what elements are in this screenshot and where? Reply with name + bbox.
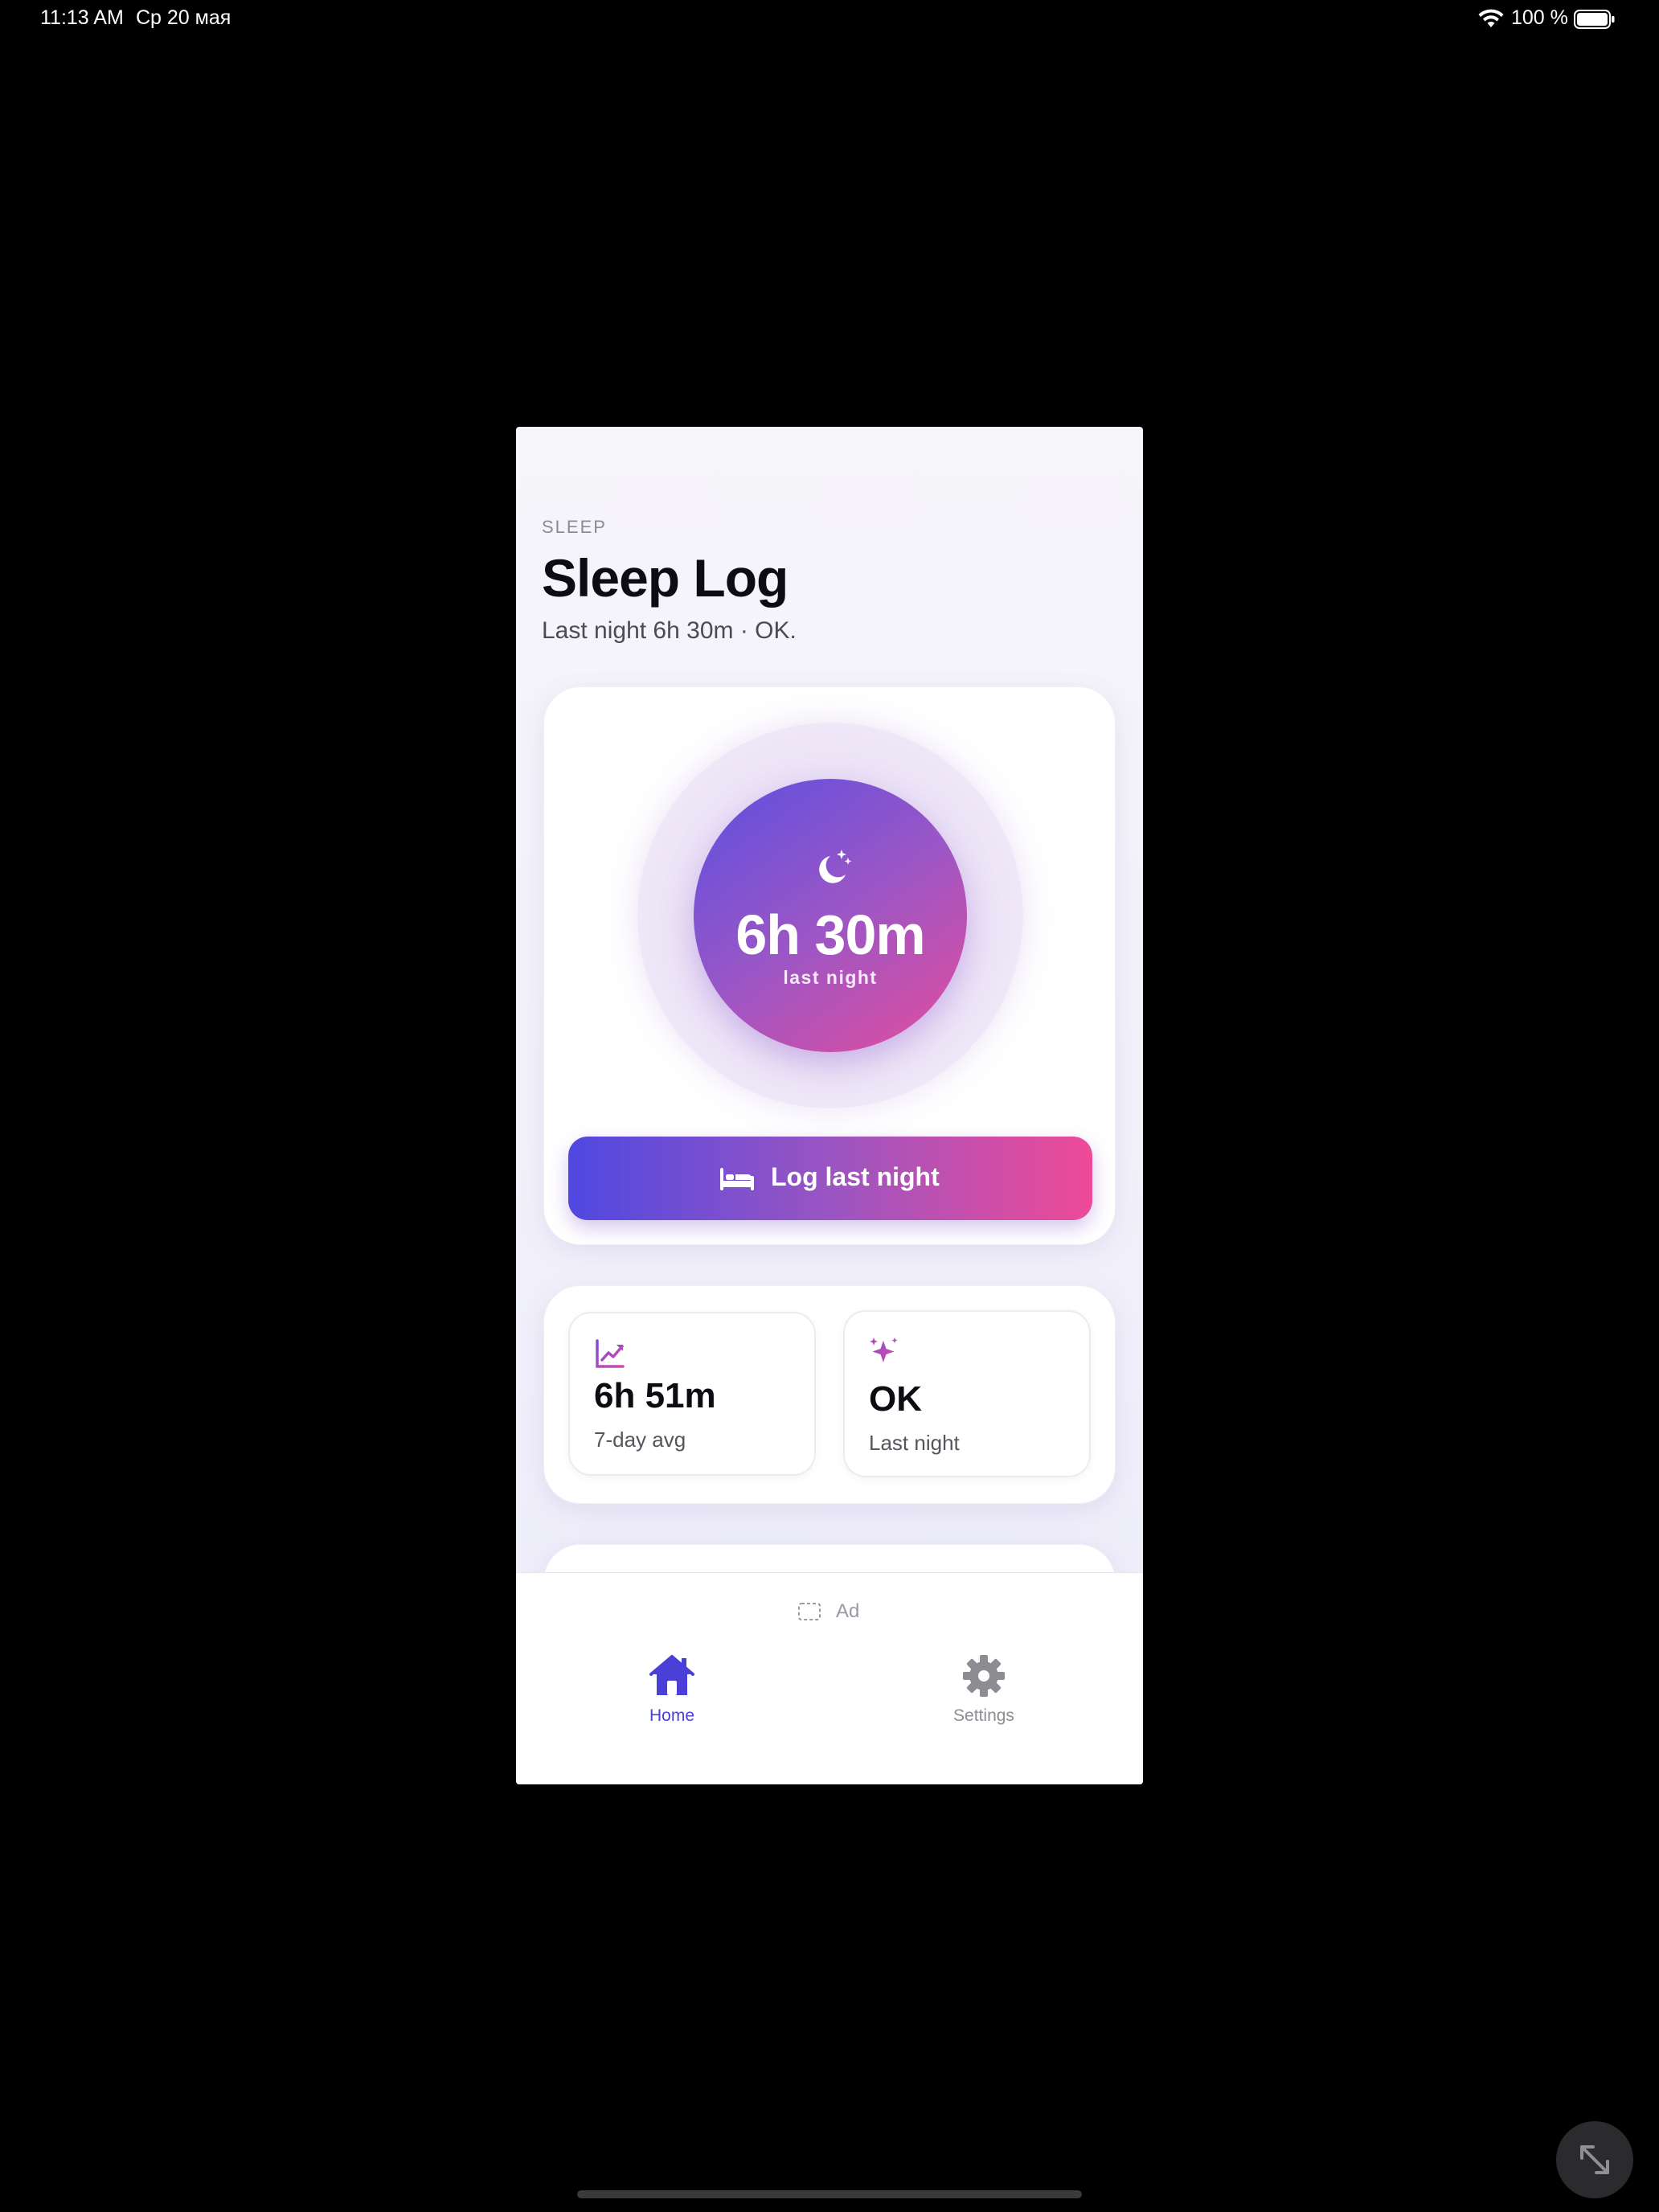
stats-card: 6h 51m 7-day avg OK Last night (543, 1285, 1116, 1504)
expand-arrows-icon (1580, 2145, 1609, 2174)
stat-value: 6h 51m (594, 1376, 716, 1415)
stat-tile-last-night[interactable]: OK Last night (843, 1310, 1091, 1477)
expand-button[interactable] (1556, 2121, 1633, 2198)
home-indicator[interactable] (577, 2190, 1082, 2198)
section-eyebrow: SLEEP (542, 517, 607, 537)
sparkles-icon (870, 1337, 898, 1362)
moon-stars-icon (819, 850, 852, 883)
sleep-duration-label: last night (783, 967, 878, 988)
sleep-summary-card: 6h 30m last night Log last night (543, 686, 1116, 1245)
sleep-duration-orb: 6h 30m last night (694, 779, 967, 1052)
home-icon (649, 1655, 694, 1695)
stat-caption: 7-day avg (594, 1428, 686, 1452)
ad-label: Ad (836, 1600, 860, 1622)
status-date: Ср 20 мая (136, 6, 231, 29)
log-button-label: Log last night (771, 1162, 940, 1191)
stat-value: OK (869, 1379, 922, 1419)
tab-home[interactable]: Home (592, 1653, 752, 1734)
tab-home-label: Home (649, 1706, 695, 1725)
tab-settings[interactable]: Settings (903, 1653, 1064, 1734)
app-window: SLEEP Sleep Log Last night 6h 30m · OK. … (516, 427, 1143, 1784)
tab-settings-label: Settings (953, 1706, 1014, 1725)
page-title: Sleep Log (542, 548, 789, 608)
wifi-icon (1478, 9, 1504, 27)
trend-chart-icon (596, 1339, 625, 1368)
stat-caption: Last night (869, 1431, 960, 1455)
bed-icon (720, 1168, 754, 1190)
battery-percent: 100 % (1511, 6, 1568, 29)
stat-tile-7-day-avg[interactable]: 6h 51m 7-day avg (568, 1312, 816, 1476)
battery-icon (1574, 10, 1615, 29)
sleep-duration-value: 6h 30m (735, 903, 925, 966)
page-subtitle: Last night 6h 30m · OK. (542, 617, 797, 644)
log-last-night-button[interactable]: Log last night (568, 1137, 1092, 1220)
status-time: 11:13 AM (40, 6, 124, 29)
bottom-bar: Ad Home Settings (516, 1572, 1143, 1784)
ad-placeholder-icon (798, 1603, 821, 1620)
gear-icon (963, 1655, 1005, 1697)
